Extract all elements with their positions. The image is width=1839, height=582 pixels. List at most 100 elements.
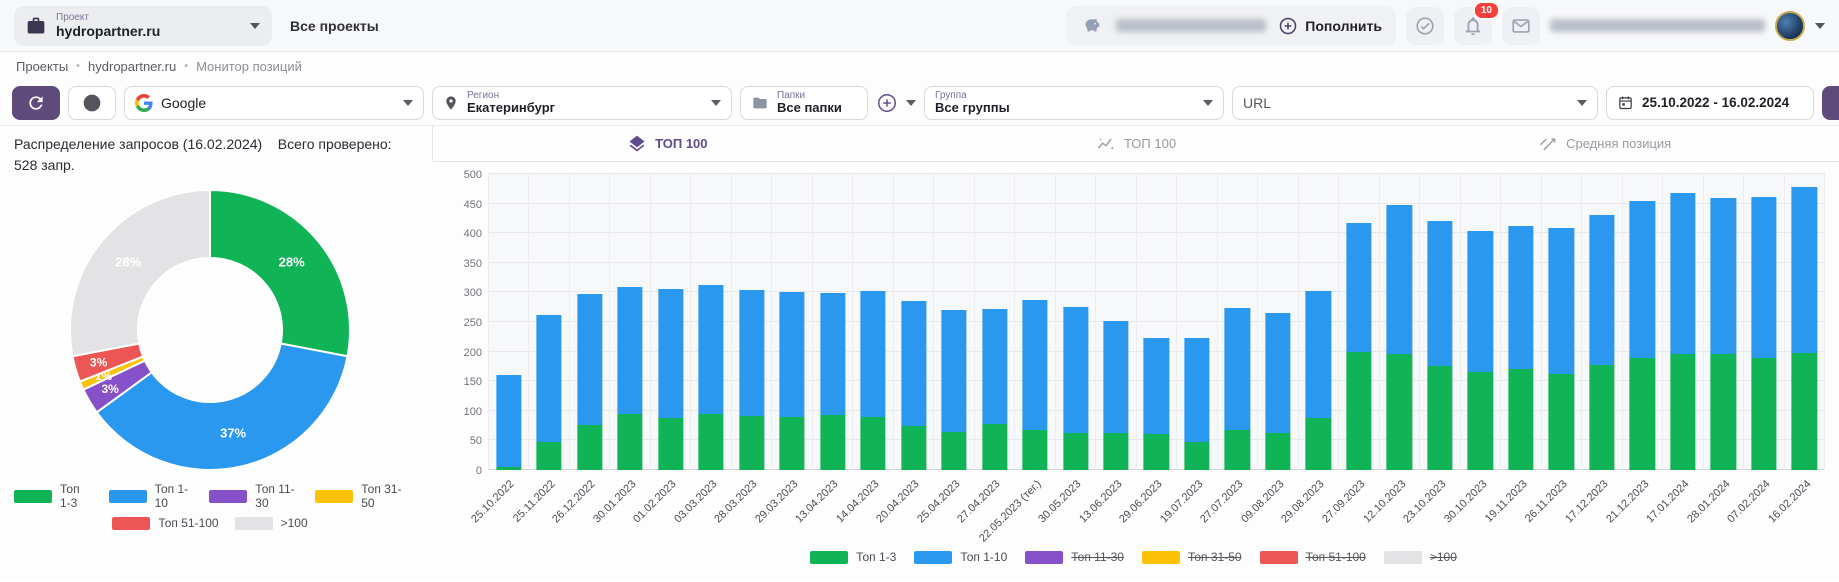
donut-segment->100[interactable] — [70, 190, 210, 356]
donut-legend-item[interactable]: Топ 11-30 — [209, 482, 299, 510]
notifications-button[interactable]: 10 — [1454, 7, 1492, 45]
x-axis-label: 21.12.2023 — [1604, 478, 1651, 525]
stacked-bar-09.08.2023[interactable] — [1265, 313, 1290, 470]
more-options-button[interactable] — [1822, 86, 1839, 120]
donut-segment-Топ 1-3[interactable] — [210, 190, 350, 356]
x-axis-label: 23.10.2023 — [1401, 478, 1448, 525]
bar-slot — [1217, 174, 1257, 470]
legend-label: >100 — [281, 516, 308, 530]
history-button[interactable] — [68, 86, 116, 120]
stacked-bar-27.04.2023[interactable] — [982, 309, 1007, 470]
stacked-bar-14.04.2023[interactable] — [860, 291, 885, 470]
bar-slot — [528, 174, 568, 470]
messages-button[interactable] — [1502, 7, 1540, 45]
tab-top100-stacked[interactable]: ТОП 100 — [433, 126, 902, 161]
bar-slot — [1500, 174, 1540, 470]
tab-top100-trend[interactable]: ТОП 100 — [902, 126, 1371, 161]
date-range-picker[interactable]: 25.10.2022 - 16.02.2024 — [1606, 86, 1814, 120]
project-selector[interactable]: Проект hydropartner.ru — [14, 6, 272, 46]
stacked-bar-29.06.2023[interactable] — [1144, 338, 1169, 470]
bar-segment-Топ 1-3 — [1144, 434, 1169, 470]
folders-select[interactable]: Папки Все папки — [740, 86, 868, 120]
stacked-bar-17.12.2023[interactable] — [1589, 215, 1614, 470]
bar-segment-Топ 1-3 — [860, 417, 885, 470]
date-range-value: 25.10.2022 - 16.02.2024 — [1642, 95, 1789, 110]
url-select[interactable]: URL — [1232, 86, 1598, 120]
distribution-panel: Распределение запросов (16.02.2024) Всег… — [0, 126, 432, 581]
donut-chart: 28%37%3%1%3%28% — [60, 180, 360, 480]
tasks-button[interactable] — [1406, 7, 1444, 45]
stacked-bar-25.10.2022[interactable] — [496, 375, 521, 470]
region-select[interactable]: Регион Екатеринбург — [432, 86, 732, 120]
stacked-bar-20.04.2023[interactable] — [901, 301, 926, 470]
breadcrumb-projects[interactable]: Проекты — [16, 59, 68, 74]
distribution-title-text: Распределение запросов (16.02.2024) — [14, 136, 262, 152]
legend-label: Топ 51-100 — [158, 516, 218, 530]
stacked-bar-23.10.2023[interactable] — [1427, 221, 1452, 470]
bar-slot — [1055, 174, 1095, 470]
stacked-bar-12.10.2023[interactable] — [1387, 205, 1412, 470]
bar-segment-Топ 1-3 — [1103, 433, 1128, 470]
stacked-bar-30.05.2023[interactable] — [1063, 307, 1088, 470]
stacked-bar-13.04.2023[interactable] — [820, 293, 845, 470]
stacked-bar-13.06.2023[interactable] — [1103, 321, 1128, 470]
clock-icon — [82, 93, 102, 113]
bar-segment-Топ 1-10 — [1670, 193, 1695, 354]
breadcrumb: Проекты • hydropartner.ru • Монитор пози… — [0, 52, 1839, 80]
stacked-bar-29.08.2023[interactable] — [1306, 291, 1331, 470]
stacked-bar-03.03.2023[interactable] — [699, 285, 724, 470]
bar-segment-Топ 1-10 — [699, 285, 724, 413]
bar-segment-Топ 1-3 — [658, 418, 683, 470]
donut-legend-item[interactable]: >100 — [235, 516, 308, 530]
legend-swatch — [315, 490, 353, 503]
breadcrumb-project[interactable]: hydropartner.ru — [88, 59, 176, 74]
folders-chevron-down-icon[interactable] — [906, 100, 916, 106]
topup-button[interactable]: Пополнить — [1278, 16, 1382, 36]
stacked-bar-28.01.2024[interactable] — [1711, 198, 1736, 470]
bar-segment-Топ 1-3 — [1508, 369, 1533, 470]
stacked-bar-27.07.2023[interactable] — [1225, 308, 1250, 470]
bar-segment-Топ 1-3 — [1063, 433, 1088, 470]
refresh-button[interactable] — [12, 86, 60, 120]
stacked-bar-07.02.2024[interactable] — [1751, 197, 1776, 470]
stacked-bar-25.04.2023[interactable] — [941, 310, 966, 470]
stacked-bar-27.09.2023[interactable] — [1346, 223, 1371, 470]
stacked-bar-19.07.2023[interactable] — [1184, 338, 1209, 470]
stacked-bar-21.12.2023[interactable] — [1630, 201, 1655, 470]
stacked-bar-01.02.2023[interactable] — [658, 289, 683, 470]
x-axis-label: 03.03.2023 — [672, 478, 719, 525]
group-select[interactable]: Группа Все группы — [924, 86, 1224, 120]
stacked-bar-16.02.2024[interactable] — [1792, 187, 1817, 470]
search-engine-select[interactable]: Google — [124, 86, 424, 120]
tab-average-position[interactable]: Средняя позиция — [1370, 126, 1839, 161]
bar-slot — [1581, 174, 1621, 470]
trend-icon — [1096, 134, 1116, 154]
donut-legend-item[interactable]: Топ 1-3 — [14, 482, 93, 510]
bar-segment-Топ 1-10 — [1427, 221, 1452, 366]
account-chevron-down-icon[interactable] — [1815, 23, 1825, 29]
stacked-bar-22.05.2023 (тег.)[interactable] — [1022, 300, 1047, 470]
stacked-bar-28.03.2023[interactable] — [739, 290, 764, 470]
add-folder-button[interactable] — [876, 92, 898, 114]
stacked-bar-30.01.2023[interactable] — [618, 287, 643, 471]
balance-redacted — [1116, 19, 1266, 32]
stacked-bar-26.11.2023[interactable] — [1549, 228, 1574, 470]
stacked-bar-19.11.2023[interactable] — [1508, 226, 1533, 470]
bar-segment-Топ 1-10 — [860, 291, 885, 417]
stacked-bar-25.11.2022[interactable] — [537, 315, 562, 470]
bar-slot — [974, 174, 1014, 470]
bar-segment-Топ 1-3 — [1346, 352, 1371, 470]
donut-legend-item[interactable]: Топ 31-50 — [315, 482, 406, 510]
donut-legend-item[interactable]: Топ 1-10 — [109, 482, 194, 510]
breadcrumb-current: Монитор позиций — [196, 59, 302, 74]
stacked-bar-17.01.2024[interactable] — [1670, 193, 1695, 470]
bar-segment-Топ 1-10 — [1387, 205, 1412, 354]
stacked-bar-30.10.2023[interactable] — [1468, 231, 1493, 470]
project-label: Проект — [56, 12, 240, 24]
all-projects-link[interactable]: Все проекты — [290, 18, 379, 34]
stacked-bar-26.12.2022[interactable] — [577, 294, 602, 470]
donut-legend-item[interactable]: Топ 51-100 — [112, 516, 218, 530]
stacked-bar-29.03.2023[interactable] — [779, 292, 804, 470]
bar-slot — [1338, 174, 1378, 470]
avatar[interactable] — [1775, 11, 1805, 41]
